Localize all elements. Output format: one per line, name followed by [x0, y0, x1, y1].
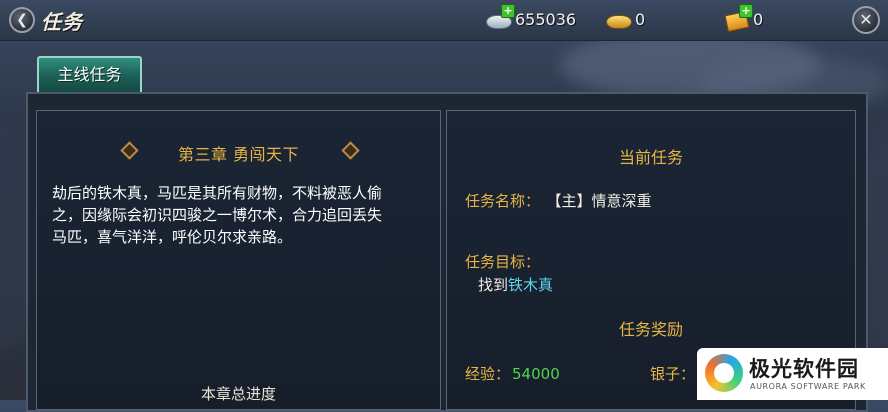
silver-ingot-icon[interactable]: +: [486, 4, 515, 29]
chapter-title: 第三章 勇闯天下: [177, 145, 300, 164]
exp-label: 经验：: [465, 365, 511, 383]
story-line: 马匹，喜气洋洋，呼伦贝尔求亲路。: [52, 228, 293, 246]
top-bar: ❮ 任务 + 655036 0 + 0 ✕: [0, 0, 888, 41]
task-goal-target-link[interactable]: 铁木真: [508, 276, 553, 294]
task-name-value: 【主】情意深重: [554, 192, 652, 210]
task-name-row: 任务名称： 【主】情意深重: [465, 190, 652, 211]
reward-heading: 任务奖励: [618, 320, 683, 339]
close-button[interactable]: ✕: [852, 6, 880, 34]
add-icon[interactable]: +: [501, 4, 515, 18]
current-task-heading: 当前任务: [618, 148, 683, 167]
gold-amount: 0: [635, 9, 646, 29]
close-icon: ✕: [859, 10, 873, 29]
silver-amount: 655036: [515, 9, 577, 29]
task-goal-label: 任务目标：: [465, 253, 541, 271]
ticket-currency: + 0: [724, 4, 764, 33]
chevron-left-icon: ❮: [16, 12, 28, 28]
story-line: 劫后的铁木真，马匹是其所有财物，不料被恶人偷: [52, 184, 383, 202]
task-goal-prefix: 找到: [478, 276, 509, 294]
watermark-title: 极光软件园: [749, 357, 859, 381]
story-line: 之，因缘际会初识四骏之一博尔术，合力追回丢失: [52, 206, 383, 224]
page-title: 任务: [41, 10, 83, 34]
exp-value: 54000: [512, 365, 560, 383]
back-button[interactable]: ❮: [9, 7, 35, 33]
aurora-logo-icon: [705, 354, 743, 392]
watermark-subtitle: AURORA SOFTWARE PARK: [750, 382, 866, 391]
ticket-icon[interactable]: +: [724, 4, 753, 33]
tab-main-quest[interactable]: 主线任务: [37, 56, 142, 92]
add-icon[interactable]: +: [739, 4, 753, 18]
exp-reward: 经验： 54000: [465, 363, 560, 384]
silver-reward-label: 银子：: [650, 365, 696, 383]
watermark: 极光软件园 AURORA SOFTWARE PARK: [697, 348, 888, 400]
gold-ingot-icon[interactable]: [606, 9, 632, 29]
task-name-label: 任务名称：: [465, 192, 541, 210]
silver-currency: + 655036: [486, 4, 577, 30]
task-goal-row: 找到铁木真: [478, 274, 553, 295]
ticket-amount: 0: [753, 9, 764, 29]
chapter-story: 劫后的铁木真，马匹是其所有财物，不料被恶人偷 之，因缘际会初识四骏之一博尔术，合…: [52, 182, 432, 248]
chapter-header: 第三章 勇闯天下: [36, 140, 441, 164]
gold-currency: 0: [606, 8, 645, 30]
chapter-progress-label: 本章总进度: [200, 385, 276, 403]
